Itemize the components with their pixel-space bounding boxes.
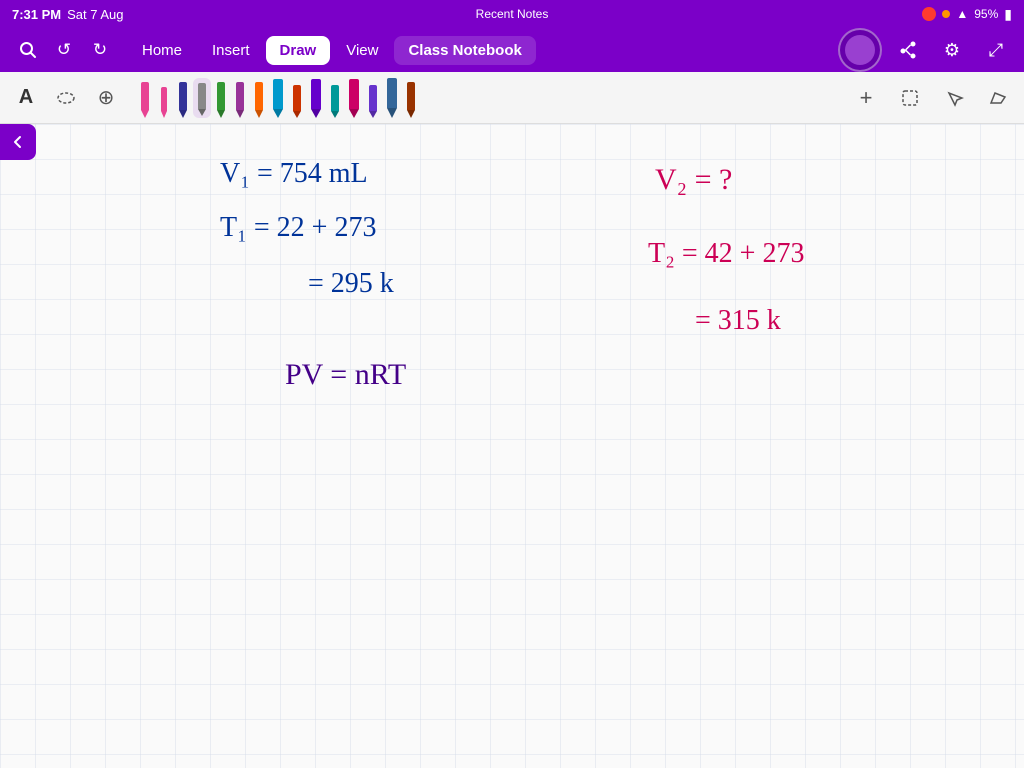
equation-t1: T₁ = 22 + 273 (220, 212, 376, 243)
orange-dot (942, 10, 950, 18)
pen-red[interactable] (288, 78, 306, 118)
sidebar-toggle[interactable] (0, 124, 36, 160)
nav-bar: ↺ ↻ Home Insert Draw View Class Notebook… (0, 28, 1024, 72)
move-tool-button[interactable]: ⊕ (88, 80, 124, 116)
tab-insert[interactable]: Insert (198, 36, 264, 65)
tab-home[interactable]: Home (128, 36, 196, 65)
search-button[interactable] (10, 32, 46, 68)
pen-cyan[interactable] (269, 78, 287, 118)
pen-green[interactable] (212, 78, 230, 118)
lasso-tool-button[interactable] (48, 80, 84, 116)
pen-pink-1[interactable] (136, 78, 154, 118)
tab-view[interactable]: View (332, 36, 392, 65)
record-indicator (922, 7, 936, 21)
status-bar: 7:31 PM Sat 7 Aug Recent Notes ▲ 95% ▮ (0, 0, 1024, 28)
tab-class-notebook[interactable]: Class Notebook (394, 36, 535, 65)
equation-v1: V₁ = 754 mL (220, 158, 368, 189)
redo-button[interactable]: ↻ (82, 32, 118, 68)
recent-notes-label: Recent Notes (476, 7, 549, 21)
tab-draw[interactable]: Draw (266, 36, 331, 65)
pen-pink-2[interactable] (155, 78, 173, 118)
status-right: ▲ 95% ▮ (922, 6, 1012, 23)
profile-avatar[interactable] (838, 28, 882, 72)
status-time: 7:31 PM (12, 7, 61, 22)
status-center: Recent Notes (476, 5, 549, 23)
wifi-icon: ▲ (956, 7, 968, 21)
add-tool-button[interactable]: + (848, 80, 884, 116)
pen-darkblue[interactable] (174, 78, 192, 118)
nav-tabs: Home Insert Draw View Class Notebook (128, 36, 536, 65)
toolbar-right: + (848, 80, 1016, 116)
nav-right: ⚙ ⤢ (838, 28, 1014, 72)
select-lasso-button[interactable] (892, 80, 928, 116)
share-button[interactable] (890, 32, 926, 68)
pen-group (136, 78, 420, 118)
equation-pv: PV = nRT (285, 358, 406, 391)
note-content: V₁ = 754 mL T₁ = 22 + 273 = 295 k PV = n… (0, 124, 1024, 768)
selection-tool-button[interactable] (936, 80, 972, 116)
pen-violet[interactable] (307, 78, 325, 118)
pen-medium-purple[interactable] (364, 78, 382, 118)
undo-button[interactable]: ↺ (46, 32, 82, 68)
pen-gray-selected[interactable] (193, 78, 211, 118)
pen-teal[interactable] (326, 78, 344, 118)
pen-navy[interactable] (383, 78, 401, 118)
battery-icon: ▮ (1004, 6, 1012, 23)
battery-percentage: 95% (974, 7, 998, 21)
profile-inner (845, 35, 875, 65)
equation-t2: T₂ = 42 + 273 (648, 238, 804, 269)
status-date: Sat 7 Aug (67, 7, 123, 22)
equation-295k: = 295 k (308, 268, 394, 299)
canvas-area: V₁ = 754 mL T₁ = 22 + 273 = 295 k PV = n… (0, 124, 1024, 768)
toolbar: A ⊕ (0, 72, 1024, 124)
minimize-button[interactable]: ⤢ (978, 32, 1014, 68)
pen-purple[interactable] (231, 78, 249, 118)
pen-magenta[interactable] (345, 78, 363, 118)
pen-orange[interactable] (250, 78, 268, 118)
equation-315k: = 315 k (695, 305, 781, 336)
text-tool-button[interactable]: A (8, 80, 44, 116)
eraser-button[interactable] (980, 80, 1016, 116)
settings-button[interactable]: ⚙ (934, 32, 970, 68)
equation-v2: V₂ = ? (655, 163, 732, 196)
pen-brown[interactable] (402, 78, 420, 118)
